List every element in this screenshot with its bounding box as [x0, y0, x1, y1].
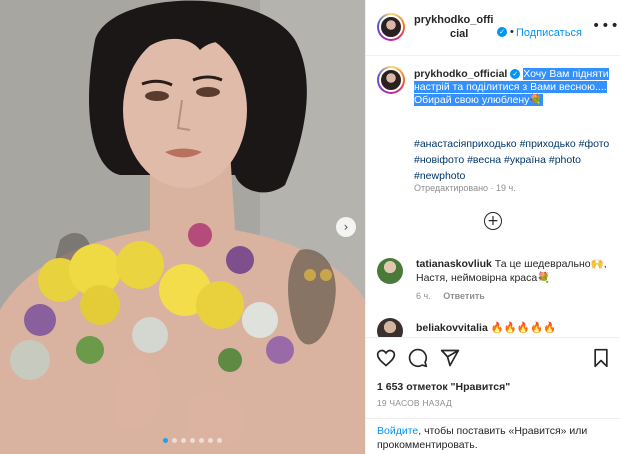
comment-username[interactable]: tatianaskovliuk	[416, 258, 492, 270]
bookmark-icon[interactable]	[592, 348, 610, 368]
post-header: prykhodko_offi cial ✓ • Подписаться •••	[366, 0, 620, 56]
comment-item: beliakovvitalia 🔥🔥🔥🔥🔥	[416, 321, 612, 335]
post-time: 19 ЧАСОВ НАЗАД	[377, 398, 452, 408]
login-link[interactable]: Войдите	[377, 425, 418, 437]
carousel-dot	[199, 438, 204, 443]
post-photo[interactable]: ›	[0, 0, 365, 454]
action-bar	[366, 337, 620, 379]
verified-check-icon: ✓	[497, 27, 507, 37]
caption-avatar[interactable]	[377, 66, 405, 94]
carousel-dot	[208, 438, 213, 443]
carousel-dot	[163, 438, 168, 443]
comment-icon[interactable]	[408, 348, 428, 368]
reply-button[interactable]: Ответить	[443, 291, 485, 301]
share-icon[interactable]	[440, 348, 460, 368]
comment-time: 6 ч.	[416, 291, 431, 301]
photo-illustration	[0, 0, 365, 454]
caption-username[interactable]: prykhodko_official	[414, 68, 507, 80]
post-caption: prykhodko_official ✓ Хочу Вам підняти на…	[414, 68, 614, 107]
next-slide-button[interactable]: ›	[336, 217, 356, 237]
likes-count[interactable]: 1 653 отметок "Нравится"	[377, 381, 510, 393]
header-username[interactable]: prykhodko_offi cial	[414, 13, 506, 41]
comment-username[interactable]: beliakovvitalia	[416, 322, 488, 334]
edited-timestamp: Отредактировано · 19 ч.	[414, 183, 516, 193]
more-options-icon[interactable]: •••	[592, 18, 620, 34]
login-prompt: Войдите, чтобы поставить «Нравится» или …	[366, 418, 620, 454]
heart-icon[interactable]	[376, 348, 396, 368]
avatar[interactable]	[377, 13, 405, 41]
caption-hashtags[interactable]: #анастасіяприходько #приходько #фото #но…	[414, 136, 614, 184]
comment-item: tatianaskovliuk Та це шедеврально🙌, Наст…	[416, 257, 612, 285]
comment-meta: 6 ч. Ответить	[416, 291, 485, 301]
chevron-right-icon: ›	[343, 220, 349, 234]
carousel-dot	[181, 438, 186, 443]
comment-avatar[interactable]	[377, 258, 403, 284]
carousel-dot	[217, 438, 222, 443]
carousel-dot	[190, 438, 195, 443]
separator-dot: •	[510, 26, 514, 38]
comment-text: 🔥🔥🔥🔥🔥	[490, 322, 557, 334]
carousel-dot	[172, 438, 177, 443]
verified-check-icon: ✓	[510, 69, 521, 80]
post-side-panel: prykhodko_offi cial ✓ • Подписаться ••• …	[365, 0, 620, 454]
carousel-indicator	[163, 438, 222, 443]
plus-circle-icon[interactable]: +	[484, 212, 502, 230]
follow-button[interactable]: Подписаться	[516, 27, 582, 39]
